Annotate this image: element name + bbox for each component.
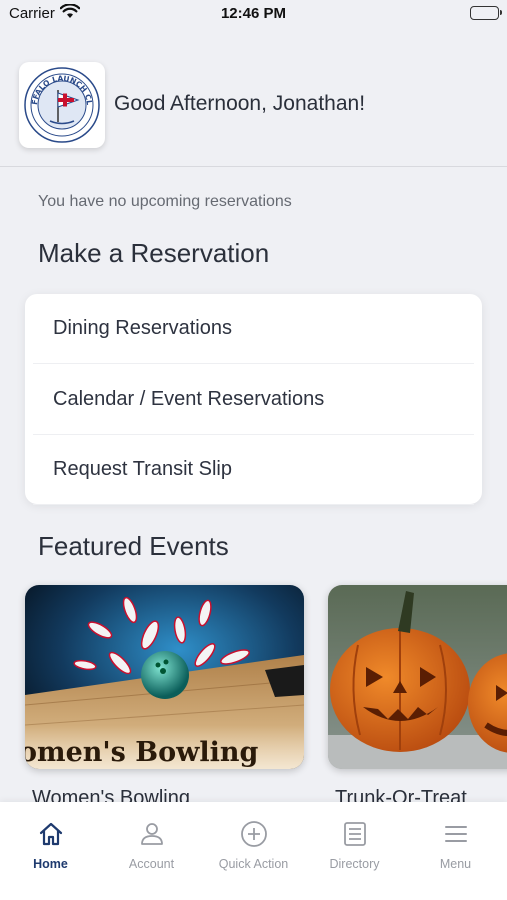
calendar-event-reservations-item[interactable]: Calendar / Event Reservations — [33, 365, 474, 435]
directory-icon — [304, 820, 405, 848]
tab-menu[interactable]: Menu — [405, 820, 506, 871]
clock-label: 12:46 PM — [220, 5, 287, 22]
bottom-tab-bar: Home Account Quick Action Directory Menu — [0, 802, 507, 900]
tab-directory[interactable]: Directory — [304, 820, 405, 871]
event-banner-text: omen's Bowling — [25, 737, 258, 768]
no-reservations-message: You have no upcoming reservations — [38, 193, 292, 210]
reservation-options-card: Dining Reservations Calendar / Event Res… — [25, 294, 482, 505]
tab-home[interactable]: Home — [0, 820, 101, 871]
reservation-item-label: Request Transit Slip — [53, 458, 232, 480]
club-logo: BUFFALO LAUNCH CLUB — [19, 62, 105, 148]
reservation-item-label: Calendar / Event Reservations — [53, 388, 325, 410]
featured-events-title: Featured Events — [38, 531, 229, 561]
pumpkin-image — [328, 585, 507, 769]
reservation-item-label: Dining Reservations — [53, 317, 232, 339]
home-icon — [0, 820, 101, 848]
menu-icon — [405, 820, 506, 848]
event-card-womens-bowling[interactable]: omen's Bowling — [25, 585, 304, 769]
tab-label: Home — [33, 857, 68, 871]
status-bar: Carrier 12:46 PM — [0, 0, 507, 30]
make-reservation-title: Make a Reservation — [38, 238, 270, 268]
battery-icon — [470, 6, 502, 20]
tab-label: Directory — [329, 857, 380, 871]
tab-label: Account — [128, 857, 175, 871]
tab-label: Quick Action — [218, 857, 289, 871]
tab-label: Menu — [439, 857, 472, 871]
bowling-image: omen's Bowling — [25, 585, 304, 769]
request-transit-slip-item[interactable]: Request Transit Slip — [33, 435, 474, 505]
tab-account[interactable]: Account — [101, 820, 202, 871]
header: BUFFALO LAUNCH CLUB Good Afternoon, Jona… — [19, 62, 507, 150]
header-divider — [0, 166, 507, 167]
club-burgee-icon: BUFFALO LAUNCH CLUB — [23, 66, 100, 143]
account-icon — [101, 820, 202, 848]
greeting-text: Good Afternoon, Jonathan! — [114, 92, 366, 115]
tab-quick-action[interactable]: Quick Action — [203, 820, 304, 871]
dining-reservations-item[interactable]: Dining Reservations — [33, 294, 474, 364]
plus-circle-icon — [203, 820, 304, 848]
event-card-trunk-or-treat[interactable] — [328, 585, 507, 769]
